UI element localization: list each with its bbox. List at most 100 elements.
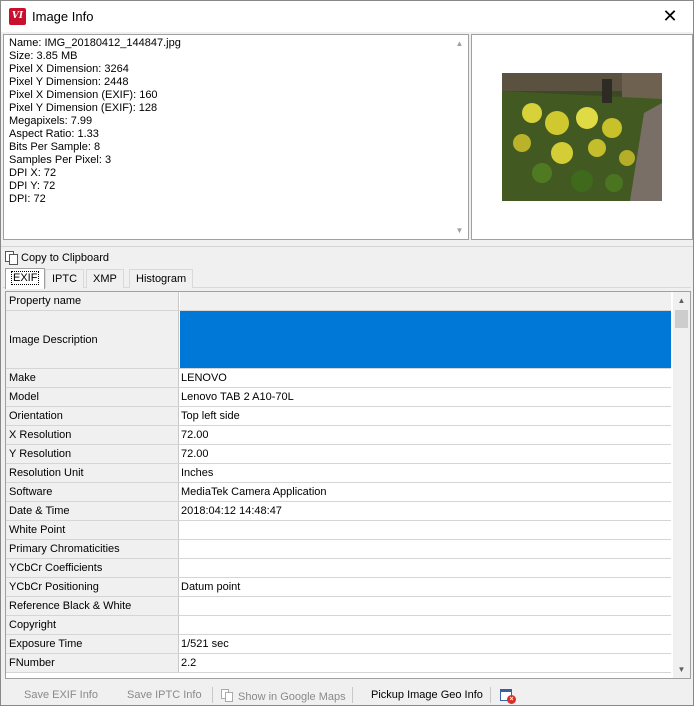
grid-scroll-up-arrow-icon[interactable]: ▲ [673,292,690,309]
property-name-header: Property name [6,292,179,310]
property-value-cell[interactable]: 2018:04:12 14:48:47 [180,502,671,520]
property-name-cell: FNumber [6,654,179,672]
table-row[interactable]: YCbCr Positioning Datum point [6,578,671,597]
close-window-icon[interactable]: × [499,687,516,704]
bottom-toolbar: Save EXIF Info Save IPTC Info Show in Go… [1,685,693,705]
table-row[interactable]: Exposure Time 1/521 sec [6,635,671,654]
tab-histogram[interactable]: Histogram [129,269,194,288]
grid-scroll-thumb[interactable] [675,310,688,328]
tab-strip: EXIF IPTC XMP Histogram [3,268,691,289]
tab-histogram-label: Histogram [136,273,187,285]
copy-to-clipboard-button[interactable]: Copy to Clipboard [5,249,109,267]
table-row[interactable]: White Point [6,521,671,540]
property-name-cell: X Resolution [6,426,179,444]
info-line: Samples Per Pixel: 3 [9,154,112,166]
info-line: Pixel Y Dimension (EXIF): 128 [9,102,158,114]
property-value-cell[interactable] [180,559,671,577]
info-line: DPI X: 72 [9,167,57,179]
property-value-cell[interactable]: 2.2 [180,654,671,672]
clipboard-bar: Copy to Clipboard [3,247,691,267]
property-value-cell[interactable] [180,521,671,539]
copy-to-clipboard-label: Copy to Clipboard [21,252,110,264]
table-row[interactable]: Orientation Top left side [6,407,671,426]
table-row[interactable]: Software MediaTek Camera Application [6,483,671,502]
table-row[interactable]: FNumber 2.2 [6,654,671,673]
property-value-cell[interactable]: Lenovo TAB 2 A10-70L [180,388,671,406]
table-row[interactable]: X Resolution 72.00 [6,426,671,445]
google-maps-icon [221,689,235,702]
pickup-image-geo-info-button[interactable]: Pickup Image Geo Info [371,689,483,701]
info-text-panel[interactable]: Name: IMG_20180412_144847.jpg Size: 3.85 … [3,34,469,240]
table-row[interactable]: Resolution Unit Inches [6,464,671,483]
toolbar-separator [212,687,213,703]
property-value-header [180,292,671,310]
show-in-google-maps-button[interactable]: Show in Google Maps [221,689,346,703]
table-row[interactable]: Model Lenovo TAB 2 A10-70L [6,388,671,407]
info-line: DPI Y: 72 [9,180,56,192]
image-info-window: VI Image Info ✕ Name: IMG_20180412_14484… [0,0,694,706]
table-row[interactable]: Primary Chromaticities [6,540,671,559]
table-row[interactable]: Make LENOVO [6,369,671,388]
table-row[interactable]: Reference Black & White [6,597,671,616]
copy-icon [5,251,19,265]
property-name-cell: Date & Time [6,502,179,520]
property-name-cell: Orientation [6,407,179,425]
property-name-cell: Reference Black & White [6,597,179,615]
property-name-cell: Model [6,388,179,406]
property-name-cell: Make [6,369,179,387]
grid-scrollbar[interactable]: ▲ ▼ [673,292,690,678]
property-value-cell[interactable]: Inches [180,464,671,482]
property-name-cell: White Point [6,521,179,539]
tab-iptc-label: IPTC [52,273,78,285]
property-value-cell[interactable] [180,540,671,558]
table-row[interactable]: Y Resolution 72.00 [6,445,671,464]
info-line: DPI: 72 [9,193,46,205]
thumbnail-panel [471,34,693,240]
exif-property-grid[interactable]: Property name Image Description Make LENOV… [5,291,691,679]
tab-exif[interactable]: EXIF [5,268,46,289]
property-name-cell: YCbCr Coefficients [6,559,179,577]
grid-header-row: Property name [6,292,671,311]
property-value-cell[interactable]: LENOVO [180,369,671,387]
show-in-google-maps-label: Show in Google Maps [238,691,346,703]
table-row[interactable]: Copyright [6,616,671,635]
property-value-cell[interactable] [180,311,671,368]
tab-xmp-label: XMP [93,273,117,285]
save-iptc-info-button[interactable]: Save IPTC Info [127,689,202,701]
tab-xmp[interactable]: XMP [86,269,124,288]
property-value-cell[interactable]: Datum point [180,578,671,596]
property-name-cell: Y Resolution [6,445,179,463]
scroll-down-arrow-icon[interactable]: ▼ [451,222,468,239]
property-name-cell: Copyright [6,616,179,634]
tab-iptc[interactable]: IPTC [45,269,85,288]
table-row[interactable]: Date & Time 2018:04:12 14:48:47 [6,502,671,521]
info-scrollbar[interactable]: ▲ ▼ [451,35,468,239]
property-name-cell: Image Description [6,311,179,368]
property-value-cell[interactable] [180,597,671,615]
property-value-cell[interactable] [180,616,671,634]
close-button[interactable]: ✕ [647,1,693,32]
property-value-cell[interactable]: Top left side [180,407,671,425]
info-lines: Name: IMG_20180412_144847.jpg Size: 3.85 … [9,37,449,206]
property-name-cell: Resolution Unit [6,464,179,482]
grid-rows: Property name Image Description Make LENOV… [6,292,671,673]
window-title: Image Info [32,9,94,24]
property-value-cell[interactable]: 72.00 [180,445,671,463]
app-icon: VI [9,8,26,25]
info-line: Pixel X Dimension: 3264 [9,63,129,75]
save-exif-info-button[interactable]: Save EXIF Info [24,689,98,701]
image-thumbnail [502,73,662,201]
tab-exif-label: EXIF [10,271,40,285]
property-value-cell[interactable]: 72.00 [180,426,671,444]
scroll-up-arrow-icon[interactable]: ▲ [451,35,468,52]
info-line: Size: 3.85 MB [9,50,78,62]
property-value-cell[interactable]: MediaTek Camera Application [180,483,671,501]
grid-scroll-down-arrow-icon[interactable]: ▼ [673,661,690,678]
table-row[interactable]: YCbCr Coefficients [6,559,671,578]
info-line: Megapixels: 7.99 [9,115,93,127]
property-name-cell: Software [6,483,179,501]
property-value-cell[interactable]: 1/521 sec [180,635,671,653]
title-bar[interactable]: VI Image Info ✕ [1,1,693,32]
table-row[interactable]: Image Description [6,311,671,369]
info-line: Name: IMG_20180412_144847.jpg [9,37,181,49]
